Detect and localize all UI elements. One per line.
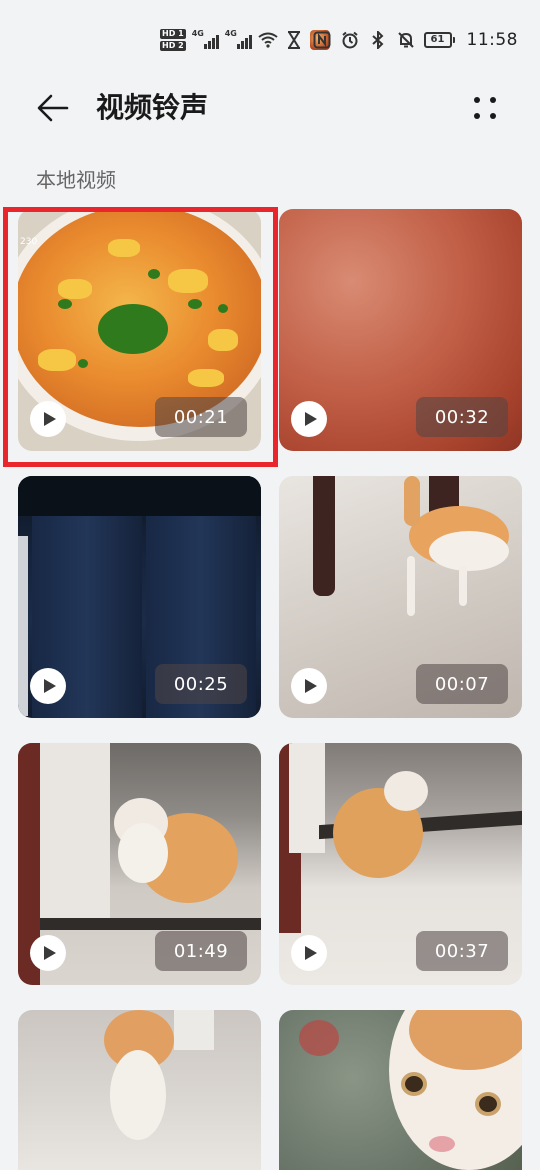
clock: 11:58 bbox=[466, 30, 518, 50]
alarm-icon bbox=[340, 30, 360, 50]
video-grid: 230 00:21 00:32 00:25 00:07 01:49 00:37 bbox=[18, 209, 522, 1170]
status-left: HD 1 HD 2 4G 4G bbox=[160, 24, 330, 56]
play-icon bbox=[30, 668, 66, 704]
status-right: 61 11:58 bbox=[312, 24, 519, 56]
video-duration: 00:21 bbox=[155, 397, 247, 437]
video-duration: 00:37 bbox=[416, 931, 508, 971]
hourglass-icon bbox=[284, 30, 304, 50]
video-duration: 00:25 bbox=[155, 664, 247, 704]
nfc-icon bbox=[312, 30, 332, 50]
video-duration: 00:32 bbox=[416, 397, 508, 437]
video-duration: 00:07 bbox=[416, 664, 508, 704]
video-thumbnail bbox=[18, 1010, 261, 1170]
video-duration: 01:49 bbox=[155, 931, 247, 971]
video-badge: 230 bbox=[20, 237, 38, 247]
video-tile[interactable]: 00:37 bbox=[279, 743, 522, 985]
play-icon bbox=[291, 668, 327, 704]
video-tile[interactable]: 01:49 bbox=[18, 743, 261, 985]
network1-label: 4G bbox=[191, 29, 204, 38]
status-bar: HD 1 HD 2 4G 4G 61 11:58 bbox=[0, 0, 540, 80]
video-tile[interactable] bbox=[18, 1010, 261, 1170]
more-vertical-icon bbox=[474, 97, 496, 119]
section-label-local-videos: 本地视频 bbox=[36, 168, 116, 192]
play-icon bbox=[30, 401, 66, 437]
battery-level: 61 bbox=[423, 32, 452, 48]
video-tile[interactable]: 00:07 bbox=[279, 476, 522, 718]
bluetooth-icon bbox=[368, 30, 388, 50]
video-tile[interactable]: 00:25 bbox=[18, 476, 261, 718]
sim1-label: HD 1 bbox=[160, 29, 186, 39]
play-icon bbox=[291, 935, 327, 971]
video-tile[interactable]: 00:32 bbox=[279, 209, 522, 451]
signal-icon: 4G bbox=[191, 29, 219, 49]
video-tile[interactable]: 230 00:21 bbox=[18, 209, 261, 451]
network2-label: 4G bbox=[224, 29, 237, 38]
signal-icon-2: 4G bbox=[224, 29, 252, 49]
back-arrow-icon bbox=[37, 94, 69, 122]
page-title: 视频铃声 bbox=[96, 91, 209, 124]
more-options-button[interactable] bbox=[462, 86, 508, 130]
mute-icon bbox=[396, 30, 416, 50]
sim-indicators: HD 1 HD 2 bbox=[160, 29, 186, 51]
battery-icon: 61 bbox=[423, 32, 455, 48]
back-button[interactable] bbox=[30, 86, 76, 130]
play-icon bbox=[30, 935, 66, 971]
video-thumbnail bbox=[279, 1010, 522, 1170]
video-tile[interactable] bbox=[279, 1010, 522, 1170]
title-bar: 视频铃声 bbox=[0, 80, 540, 136]
play-icon bbox=[291, 401, 327, 437]
sim2-label: HD 2 bbox=[160, 41, 186, 51]
wifi-icon bbox=[258, 30, 278, 50]
